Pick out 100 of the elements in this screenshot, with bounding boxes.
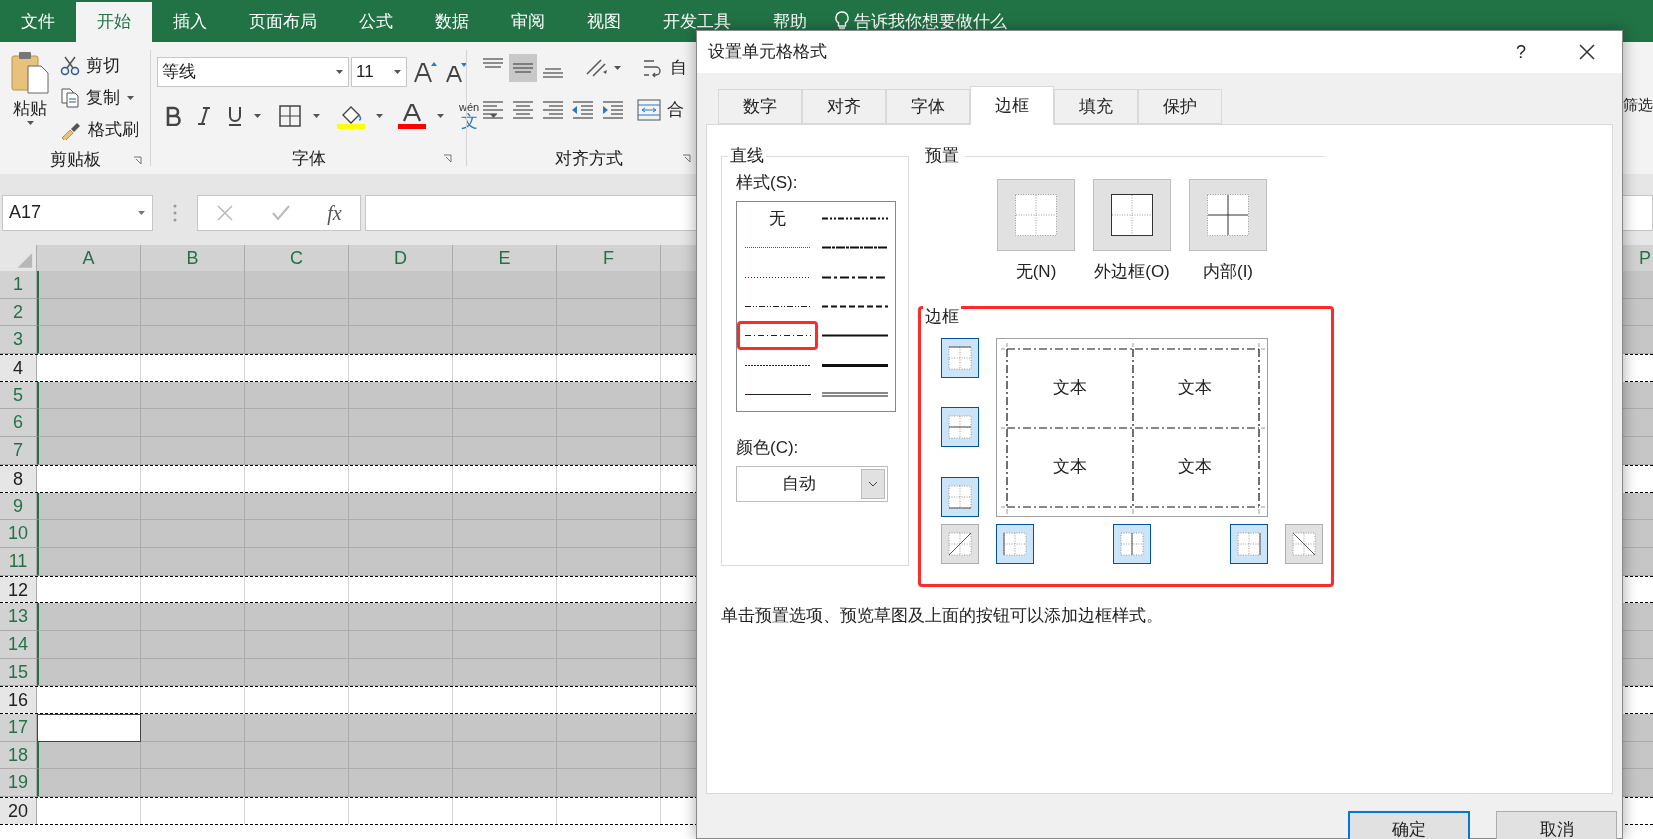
row-header[interactable]: 7 bbox=[0, 437, 37, 465]
color-dropdown[interactable]: 自动 bbox=[736, 466, 888, 502]
row-header[interactable]: 20 bbox=[0, 798, 37, 824]
cell[interactable] bbox=[453, 271, 557, 299]
paste-button[interactable]: 粘贴 bbox=[4, 42, 56, 146]
cell[interactable] bbox=[349, 409, 453, 438]
line-style-option[interactable]: 无 bbox=[739, 204, 816, 234]
cell[interactable] bbox=[453, 520, 557, 548]
cell[interactable] bbox=[453, 714, 557, 742]
borders-icon[interactable] bbox=[278, 104, 302, 128]
cell[interactable] bbox=[37, 714, 141, 742]
cell[interactable] bbox=[245, 658, 349, 687]
cell[interactable] bbox=[37, 769, 141, 798]
cell[interactable] bbox=[245, 714, 349, 742]
italic-icon[interactable] bbox=[197, 106, 211, 126]
cell[interactable] bbox=[141, 741, 245, 770]
border-toggle-button[interactable] bbox=[1285, 523, 1323, 564]
cell[interactable] bbox=[37, 298, 141, 327]
dialog-launcher-icon[interactable] bbox=[133, 156, 142, 165]
cell[interactable] bbox=[245, 409, 349, 438]
cell[interactable] bbox=[245, 492, 349, 521]
cell[interactable] bbox=[245, 326, 349, 355]
cell[interactable] bbox=[453, 658, 557, 687]
cell[interactable] bbox=[453, 381, 557, 410]
cell[interactable] bbox=[349, 326, 453, 355]
dialog-button[interactable]: 取消 bbox=[1496, 811, 1617, 839]
column-header[interactable]: D bbox=[349, 245, 453, 271]
cell[interactable] bbox=[245, 381, 349, 410]
ribbon-tab[interactable]: 页面布局 bbox=[228, 2, 338, 42]
cell[interactable] bbox=[245, 547, 349, 576]
cell[interactable] bbox=[37, 741, 141, 770]
row-header[interactable]: 3 bbox=[0, 326, 37, 355]
column-header[interactable]: E bbox=[453, 245, 557, 271]
row-header[interactable]: 18 bbox=[0, 741, 37, 770]
cell[interactable] bbox=[453, 547, 557, 576]
border-toggle-button[interactable] bbox=[941, 337, 979, 378]
cell[interactable] bbox=[557, 630, 661, 659]
dialog-tab[interactable]: 边框 bbox=[970, 86, 1054, 125]
row-header[interactable]: 9 bbox=[0, 492, 37, 521]
row-header[interactable]: 1 bbox=[0, 271, 37, 299]
cell[interactable] bbox=[141, 658, 245, 687]
name-box[interactable]: A17 bbox=[2, 194, 153, 231]
cell[interactable] bbox=[37, 520, 141, 548]
cell[interactable] bbox=[557, 520, 661, 548]
cell[interactable] bbox=[557, 492, 661, 521]
column-header[interactable]: A bbox=[37, 245, 141, 271]
cell[interactable] bbox=[37, 658, 141, 687]
row-header[interactable]: 17 bbox=[0, 714, 37, 742]
cell[interactable] bbox=[37, 630, 141, 659]
cell[interactable] bbox=[453, 298, 557, 327]
border-toggle-button[interactable] bbox=[941, 407, 979, 447]
cell[interactable] bbox=[37, 271, 141, 299]
insert-function-button[interactable]: fx bbox=[327, 197, 342, 228]
cell[interactable] bbox=[141, 409, 245, 438]
cancel-icon[interactable] bbox=[216, 203, 235, 222]
cell[interactable] bbox=[141, 769, 245, 798]
cell[interactable] bbox=[37, 381, 141, 410]
preset-button[interactable] bbox=[1093, 179, 1171, 251]
ribbon-tab[interactable]: 插入 bbox=[152, 2, 228, 42]
ribbon-tab[interactable]: 数据 bbox=[414, 2, 490, 42]
cell[interactable] bbox=[349, 741, 453, 770]
wrap-text-label[interactable]: 自 bbox=[670, 55, 687, 81]
border-preview[interactable]: 文本 文本 文本 文本 bbox=[996, 337, 1268, 517]
cell[interactable] bbox=[557, 409, 661, 438]
dialog-tab[interactable]: 保护 bbox=[1138, 89, 1222, 124]
cell[interactable] bbox=[349, 298, 453, 327]
cell[interactable] bbox=[349, 271, 453, 299]
column-header[interactable]: F bbox=[557, 245, 661, 271]
cell[interactable] bbox=[37, 437, 141, 465]
line-style-list[interactable]: 无 bbox=[736, 201, 896, 412]
cell[interactable] bbox=[557, 603, 661, 631]
cell[interactable] bbox=[141, 714, 245, 742]
dialog-tab[interactable]: 对齐 bbox=[802, 89, 886, 124]
cell[interactable] bbox=[141, 271, 245, 299]
column-header[interactable]: B bbox=[141, 245, 245, 271]
ribbon-tab[interactable]: 审阅 bbox=[490, 2, 566, 42]
cell[interactable] bbox=[557, 547, 661, 576]
format-painter-button[interactable]: 格式刷 bbox=[60, 114, 139, 146]
cell[interactable] bbox=[349, 630, 453, 659]
cell[interactable] bbox=[349, 714, 453, 742]
cell[interactable] bbox=[557, 741, 661, 770]
cell[interactable] bbox=[141, 630, 245, 659]
cell[interactable] bbox=[349, 769, 453, 798]
cell[interactable] bbox=[557, 714, 661, 742]
font-size-field[interactable]: 11 bbox=[351, 57, 407, 87]
dialog-launcher-icon[interactable] bbox=[443, 154, 452, 163]
cell[interactable] bbox=[349, 603, 453, 631]
cell[interactable] bbox=[453, 603, 557, 631]
font-color-icon[interactable] bbox=[398, 103, 426, 129]
cell[interactable] bbox=[453, 630, 557, 659]
row-header[interactable]: 11 bbox=[0, 547, 37, 576]
cell[interactable] bbox=[245, 630, 349, 659]
cell[interactable] bbox=[245, 520, 349, 548]
copy-button[interactable]: 复制 bbox=[60, 82, 139, 114]
row-header[interactable]: 4 bbox=[0, 355, 37, 381]
cell[interactable] bbox=[141, 326, 245, 355]
cell[interactable] bbox=[349, 437, 453, 465]
row-header[interactable]: 13 bbox=[0, 603, 37, 631]
dialog-tab[interactable]: 填充 bbox=[1054, 89, 1138, 124]
row-header[interactable]: 6 bbox=[0, 409, 37, 438]
